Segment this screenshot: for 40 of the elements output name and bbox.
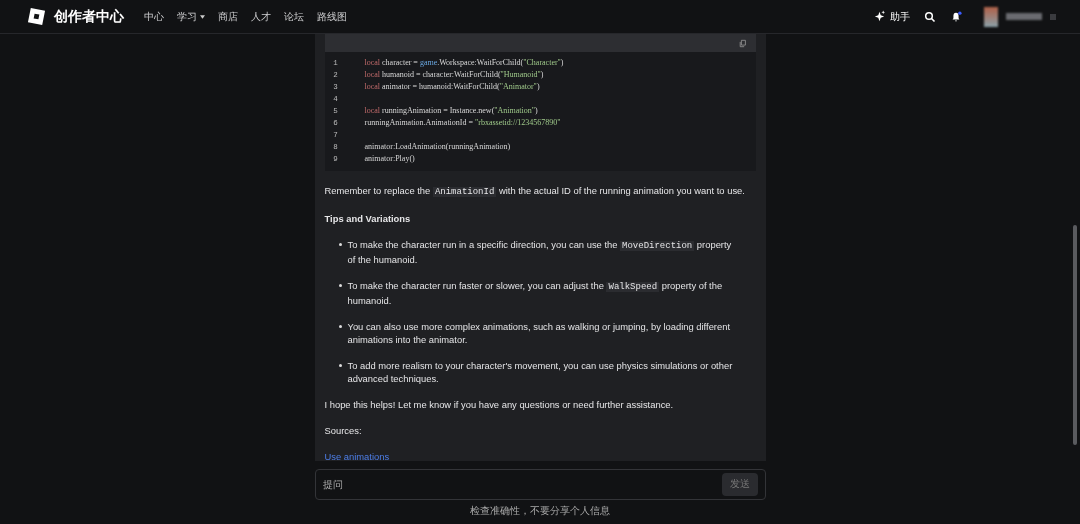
redacted-username <box>1006 13 1042 20</box>
code-line: local runningAnimation = Instance.new("Animation") <box>364 106 538 115</box>
sparkle-icon <box>873 10 886 23</box>
bullet-dot <box>338 284 342 287</box>
input-field[interactable]: 提问 <box>322 475 722 494</box>
answer-paragraph: Remember to replace the AnimationId with the actual ID of the running animation you want to use. <box>324 184 746 199</box>
code-line: animator:Play() <box>364 154 415 163</box>
bullet-dot <box>338 243 342 246</box>
nav-link[interactable]: 人才 <box>251 9 271 24</box>
code-line: local character = game.Workspace:WaitForChild("Character") <box>364 58 564 67</box>
code-line: animator:LoadAnimation(runningAnimation) <box>364 142 511 151</box>
nav-link[interactable]: 中心 <box>144 9 164 24</box>
disclaimer-text: 检查准确性，不要分享个人信息 <box>470 504 610 518</box>
logo-icon[interactable] <box>27 7 46 26</box>
answer-paragraph: I hope this helps! Let me know if you have any questions or need further assistance. <box>324 398 675 411</box>
code-line: runningAnimation.AnimationId = "rbxassetid://1234567890" <box>364 118 561 127</box>
caret-icon <box>200 14 205 19</box>
bullet-item: To add more realism to your character's movement, you can use physics simulations or other advanced techniques. <box>347 359 734 385</box>
code-line: local humanoid = character:WaitForChild("Humanoid") <box>364 70 544 79</box>
avatar-icon[interactable] <box>984 6 998 27</box>
section-heading: Tips and Variations <box>324 212 412 225</box>
bell-icon[interactable] <box>950 10 962 23</box>
bullet-dot <box>338 364 342 367</box>
search-icon[interactable] <box>924 10 936 23</box>
code-line: local animator = humanoid:WaitForChild("Animator") <box>364 82 540 91</box>
bullet-item: To make the character run in a specific direction, you can use the MoveDirection property of the humanoid. <box>347 238 733 266</box>
redacted-mark <box>1050 13 1056 20</box>
bullet-dot <box>338 325 342 328</box>
nav-link[interactable]: 论坛 <box>284 9 304 24</box>
copy-icon[interactable] <box>738 38 747 48</box>
answer-paragraph: Sources: <box>324 424 363 437</box>
nav-link[interactable]: 商店 <box>218 9 238 24</box>
assistant-button[interactable]: 助手 <box>873 9 910 24</box>
scrollbar-thumb[interactable] <box>1073 225 1077 445</box>
logo-text[interactable]: 创作者中心 <box>54 7 124 26</box>
bullet-item: To make the character run faster or slower, you can adjust the WalkSpeed property of the humanoid. <box>347 279 724 307</box>
nav-link[interactable]: 路线图 <box>317 9 347 24</box>
bullet-item: You can also use more complex animations, such as walking or jumping, by loading different animations into the animator. <box>347 320 731 346</box>
nav-link[interactable]: 学习 <box>177 9 205 24</box>
source-link[interactable]: Use animations <box>324 450 390 461</box>
